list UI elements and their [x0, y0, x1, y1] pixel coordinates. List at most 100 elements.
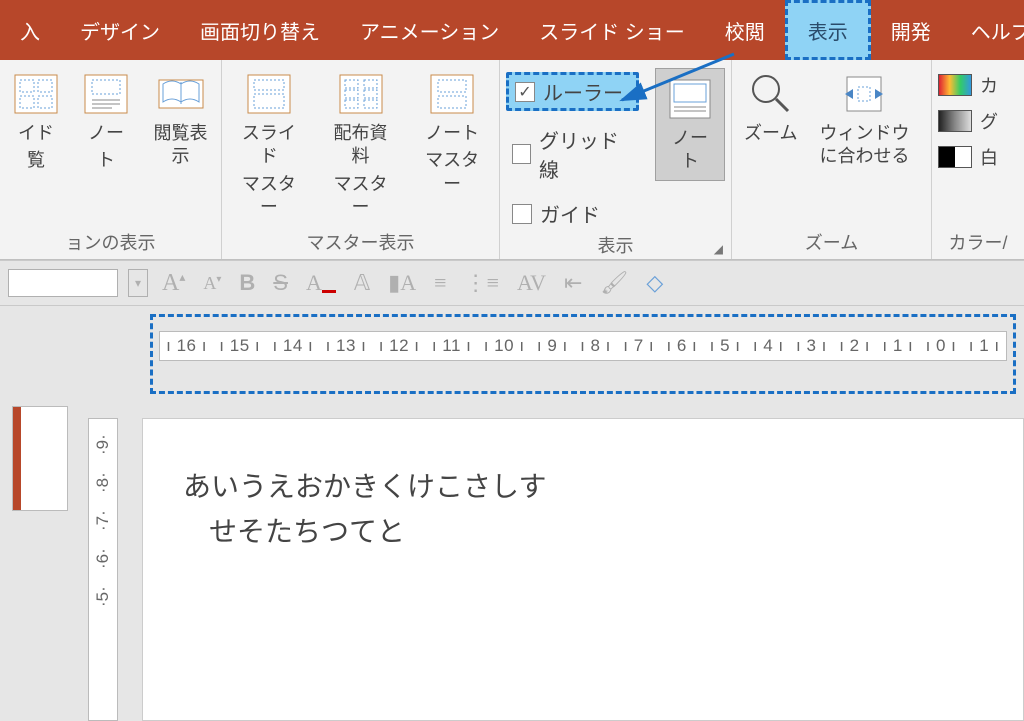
- fit-window-icon: [840, 70, 888, 118]
- indent-icon[interactable]: ⇤: [560, 270, 586, 296]
- slide-text-line1[interactable]: あいうえおかきくけこさしす: [183, 465, 983, 510]
- tab-slideshow[interactable]: スライド ショー: [519, 0, 705, 60]
- font-size-dropdown[interactable]: ▾: [128, 269, 148, 297]
- tab-review[interactable]: 校閲: [705, 0, 785, 60]
- btn-lbl: 配布資料: [326, 122, 396, 169]
- vertical-ruler[interactable]: ·9··8··7··6··5·: [88, 418, 118, 721]
- notes-page-button[interactable]: ノー ト: [76, 68, 136, 175]
- vruler-tick: ·8·: [93, 459, 113, 493]
- slide-canvas[interactable]: あいうえおかきくけこさしす せそたちつてと: [142, 418, 1024, 721]
- slide-thumbnail-pane[interactable]: [0, 394, 80, 721]
- group-label-pres-views: ョンの表示: [6, 227, 215, 255]
- horizontal-ruler-highlight: ı 16 ıı 15 ıı 14 ıı 13 ıı 12 ıı 11 ıı 10…: [150, 314, 1016, 394]
- slide-sorter-button[interactable]: イド 覧: [6, 68, 66, 175]
- group-label-show: 表示◢: [506, 230, 725, 258]
- guides-label: ガイド: [540, 199, 600, 228]
- notes-pane-button[interactable]: ノー ト: [655, 68, 725, 181]
- ruler-tick: ı 4 ı: [753, 336, 784, 356]
- ruler-tick: ı 3 ı: [796, 336, 827, 356]
- handout-master-button[interactable]: 配布資料 マスター: [320, 68, 402, 222]
- dialog-launcher-icon[interactable]: ◢: [714, 242, 723, 256]
- color-button[interactable]: カ: [938, 72, 998, 98]
- tab-design[interactable]: デザイン: [60, 0, 180, 60]
- font-name-combo[interactable]: [8, 269, 118, 297]
- ruler-tick: ı 6 ı: [666, 336, 697, 356]
- checkbox-icon: [512, 204, 532, 224]
- mini-toolbar: ▾ A▴ A▾ B S A 𝔸 ▮A ≡ ⋮≡ AV ⇤ 🖌 ◇: [0, 260, 1024, 306]
- decrease-font-icon[interactable]: A▾: [199, 273, 225, 294]
- strike-icon[interactable]: S: [269, 270, 292, 296]
- ruler-checkbox[interactable]: ルーラー: [506, 72, 639, 111]
- tab-developer[interactable]: 開発: [871, 0, 951, 60]
- ruler-tick: ı 10 ı: [484, 336, 525, 356]
- tab-transitions[interactable]: 画面切り替え: [180, 0, 340, 60]
- ruler-tick: ı 14 ı: [272, 336, 313, 356]
- work-area: ·9··8··7··6··5· あいうえおかきくけこさしす せそたちつてと: [0, 394, 1024, 721]
- checkbox-checked-icon: [515, 82, 535, 102]
- slide-master-button[interactable]: スライド マスター: [228, 68, 310, 222]
- guides-checkbox[interactable]: ガイド: [506, 197, 639, 230]
- reading-view-icon: [157, 70, 205, 118]
- format-painter-icon[interactable]: 🖌: [596, 270, 632, 296]
- slide-master-icon: [245, 70, 293, 118]
- blackwhite-button[interactable]: 白: [938, 144, 998, 170]
- tab-view[interactable]: 表示: [785, 0, 871, 60]
- btn-lbl: マスター: [326, 173, 396, 220]
- zoom-button[interactable]: ズーム: [738, 68, 803, 147]
- fit-window-button[interactable]: ウィンドウ に合わせる: [813, 68, 915, 171]
- notes-master-icon: [428, 70, 476, 118]
- tab-animations[interactable]: アニメーション: [340, 0, 519, 60]
- font-color-icon[interactable]: A: [302, 270, 340, 296]
- btn-lbl: ノート: [425, 122, 479, 145]
- thumbnail-selection-bar: [13, 407, 21, 510]
- slide-sorter-icon: [12, 70, 60, 118]
- slide-text-line2[interactable]: せそたちつてと: [183, 510, 983, 555]
- slide-thumbnail-1[interactable]: [12, 406, 68, 511]
- vruler-tick: ·7·: [93, 497, 113, 531]
- btn-lbl: スライド: [234, 122, 304, 169]
- gridlines-label: グリッド線: [539, 125, 633, 183]
- btn-lbl: ト: [97, 149, 115, 172]
- gridlines-checkbox[interactable]: グリッド線: [506, 123, 639, 185]
- ruler-tick: ı 1 ı: [882, 336, 913, 356]
- align-icon[interactable]: ≡: [430, 270, 450, 296]
- ruler-tick: ı 7 ı: [623, 336, 654, 356]
- ruler-tick: ı 13 ı: [326, 336, 367, 356]
- ruler-tick: ı 8 ı: [580, 336, 611, 356]
- btn-lbl: マスター: [234, 173, 304, 220]
- reading-view-button[interactable]: 閲覧表示: [146, 68, 215, 171]
- zoom-lbl: ズーム: [744, 122, 797, 145]
- color-lbl: カ: [980, 72, 998, 98]
- vruler-tick: ·6·: [93, 535, 113, 569]
- text-effects-icon[interactable]: 𝔸: [350, 270, 374, 296]
- zoom-icon: [747, 70, 795, 118]
- ruler-label: ルーラー: [543, 77, 623, 106]
- tab-insert[interactable]: 入: [0, 0, 60, 60]
- fit-lbl: ウィンドウ に合わせる: [819, 122, 909, 169]
- tab-help[interactable]: ヘルプ: [951, 0, 1024, 60]
- vruler-tick: ·5·: [93, 573, 113, 607]
- horizontal-ruler[interactable]: ı 16 ıı 15 ıı 14 ıı 13 ıı 12 ıı 11 ıı 10…: [159, 331, 1007, 361]
- notes-master-button[interactable]: ノート マスター: [411, 68, 493, 198]
- ruler-tick: ı 0 ı: [926, 336, 957, 356]
- grayscale-button[interactable]: グ: [938, 108, 998, 134]
- ruler-tick: ı 16 ı: [166, 336, 207, 356]
- grayscale-lbl: グ: [980, 108, 998, 134]
- shapes-icon[interactable]: ◇: [642, 270, 667, 296]
- bold-icon[interactable]: B: [235, 270, 259, 296]
- increase-font-icon[interactable]: A▴: [158, 270, 189, 297]
- group-label-color: カラー/: [938, 227, 1018, 255]
- group-label-master: マスター表示: [228, 227, 493, 255]
- bullets-icon[interactable]: ⋮≡: [461, 270, 503, 296]
- bw-lbl: 白: [980, 144, 998, 170]
- ruler-tick: ı 12 ı: [379, 336, 420, 356]
- grayscale-swatch-icon: [938, 110, 972, 132]
- btn-lbl: ノー: [88, 122, 124, 145]
- ruler-tick: ı 2 ı: [839, 336, 870, 356]
- group-label-zoom: ズーム: [738, 227, 925, 255]
- btn-lbl: 覧: [27, 149, 45, 172]
- checkbox-icon: [512, 144, 531, 164]
- spacing-icon[interactable]: AV: [513, 270, 550, 296]
- highlight-icon[interactable]: ▮A: [384, 270, 420, 296]
- ruler-tick: ı 5 ı: [710, 336, 741, 356]
